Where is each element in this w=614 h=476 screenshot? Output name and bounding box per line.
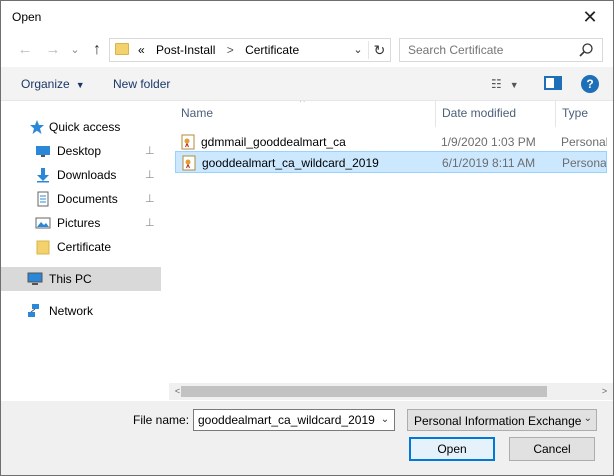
document-icon <box>37 191 49 207</box>
horizontal-scrollbar[interactable]: < > <box>169 383 613 400</box>
pin-icon[interactable]: ⊥ <box>145 168 155 181</box>
address-dropdown-chevron-icon[interactable]: ⌄ <box>350 42 366 58</box>
computer-icon <box>27 272 43 285</box>
details-view-icon: ☷ <box>491 77 502 91</box>
navigation-pane: Quick access Desktop ⊥ Downloads ⊥ Docum… <box>1 101 163 401</box>
sidebar-item-label: Pictures <box>57 216 101 230</box>
file-date: 6/1/2019 8:11 AM <box>442 156 536 170</box>
sidebar-item-label: This PC <box>49 272 92 286</box>
sidebar-item-documents[interactable]: Documents ⊥ <box>1 187 161 211</box>
file-list: ^ Name Date modified Type gdmmail_goodde… <box>169 101 613 383</box>
network-icon <box>28 304 39 317</box>
desktop-icon <box>36 146 50 157</box>
sidebar-item-label: Documents <box>57 192 118 206</box>
file-name-label: File name: <box>133 413 190 427</box>
column-header-row: ^ Name Date modified Type <box>169 101 613 127</box>
download-arrow-icon <box>37 168 49 183</box>
column-header-type[interactable]: Type <box>562 106 588 120</box>
dialog-footer: File name: ⌄ Personal Information Exchan… <box>1 401 613 475</box>
recent-locations-chevron-icon[interactable]: ⌄ <box>65 41 85 59</box>
cancel-button[interactable]: Cancel <box>509 437 595 461</box>
column-divider[interactable] <box>435 101 436 127</box>
column-divider[interactable] <box>555 101 556 127</box>
file-row[interactable]: gdmmail_gooddealmart_ca 1/9/2020 1:03 PM… <box>175 131 607 153</box>
open-button[interactable]: Open <box>409 437 495 461</box>
column-header-date-modified[interactable]: Date modified <box>442 106 516 120</box>
forward-arrow-icon[interactable]: → <box>43 41 63 59</box>
file-name: gooddealmart_ca_wildcard_2019 <box>202 156 379 170</box>
certificate-file-icon <box>181 134 195 150</box>
sidebar-item-this-pc[interactable]: This PC <box>1 267 161 291</box>
file-type: Personal Information Exchange <box>561 135 607 149</box>
pictures-icon <box>35 217 51 229</box>
star-icon <box>30 120 44 134</box>
pin-icon[interactable]: ⊥ <box>145 192 155 205</box>
help-icon[interactable]: ? <box>581 75 599 93</box>
file-date: 1/9/2020 1:03 PM <box>441 135 536 149</box>
file-type: Personal Information Exchange <box>562 156 607 170</box>
search-input[interactable] <box>400 39 576 61</box>
sidebar-item-label: Desktop <box>57 144 102 158</box>
folder-icon <box>115 43 129 55</box>
file-name-combobox: ⌄ <box>193 409 395 431</box>
chevron-down-icon: ⌄ <box>583 413 592 424</box>
new-folder-button[interactable]: New folder <box>113 77 170 91</box>
chevron-down-icon[interactable]: ⌄ <box>378 412 392 428</box>
open-dialog: Open ✕ ← → ⌄ ↑ « Post-Install > Certific… <box>0 0 614 476</box>
search-icon[interactable] <box>578 42 594 58</box>
title-bar: Open ✕ <box>1 1 613 33</box>
breadcrumb: « Post-Install > Certificate <box>138 43 307 57</box>
command-toolbar: Organize ▼ New folder ☷ ▼ ? <box>1 67 613 101</box>
organize-menu[interactable]: Organize ▼ <box>21 77 85 91</box>
sidebar-item-network[interactable]: Network <box>1 299 161 323</box>
sidebar-item-label: Network <box>49 304 94 318</box>
change-view-button[interactable]: ☷ ▼ <box>491 75 521 93</box>
certificate-file-icon <box>182 155 196 171</box>
file-row[interactable]: gooddealmart_ca_wildcard_2019 6/1/2019 8… <box>175 151 607 173</box>
organize-label: Organize <box>21 77 70 91</box>
close-icon[interactable]: ✕ <box>573 3 607 31</box>
sidebar-item-label: Quick access <box>49 120 121 134</box>
sidebar-item-quick-access[interactable]: Quick access <box>1 115 161 139</box>
caret-down-icon: ▼ <box>509 80 519 90</box>
search-box <box>399 38 603 62</box>
preview-pane-icon[interactable] <box>544 76 562 90</box>
sidebar-item-certificate[interactable]: Certificate <box>1 235 161 259</box>
file-type-value: Personal Information Exchange <box>414 414 582 428</box>
pin-icon[interactable]: ⊥ <box>145 216 155 229</box>
up-arrow-icon[interactable]: ↑ <box>87 41 107 59</box>
sidebar-item-pictures[interactable]: Pictures ⊥ <box>1 211 161 235</box>
breadcrumb-separator[interactable]: > <box>227 43 234 57</box>
sidebar-item-label: Certificate <box>57 240 112 254</box>
sort-ascending-icon: ^ <box>300 101 305 108</box>
scrollbar-thumb[interactable] <box>181 386 547 397</box>
breadcrumb-item-post-install[interactable]: Post-Install <box>156 43 215 57</box>
file-name: gdmmail_gooddealmart_ca <box>201 135 346 149</box>
column-header-name[interactable]: Name <box>181 106 213 120</box>
file-name-input[interactable] <box>194 410 376 430</box>
window-title: Open <box>12 10 42 24</box>
back-arrow-icon[interactable]: ← <box>15 41 35 59</box>
breadcrumb-overflow[interactable]: « <box>138 43 145 57</box>
caret-down-icon: ▼ <box>75 80 85 90</box>
navigation-bar: ← → ⌄ ↑ « Post-Install > Certificate ⌄ ↻ <box>1 33 613 67</box>
breadcrumb-item-certificate[interactable]: Certificate <box>245 43 299 57</box>
address-bar[interactable]: « Post-Install > Certificate ⌄ ↻ <box>109 38 391 62</box>
pin-icon[interactable]: ⊥ <box>145 144 155 157</box>
sidebar-item-desktop[interactable]: Desktop ⊥ <box>1 139 161 163</box>
sidebar-item-downloads[interactable]: Downloads ⊥ <box>1 163 161 187</box>
scroll-right-icon[interactable]: > <box>596 383 613 400</box>
sidebar-item-label: Downloads <box>57 168 117 182</box>
refresh-icon[interactable]: ↻ <box>368 41 390 59</box>
file-type-select[interactable]: Personal Information Exchange ⌄ <box>407 409 597 431</box>
folder-icon <box>36 240 50 255</box>
